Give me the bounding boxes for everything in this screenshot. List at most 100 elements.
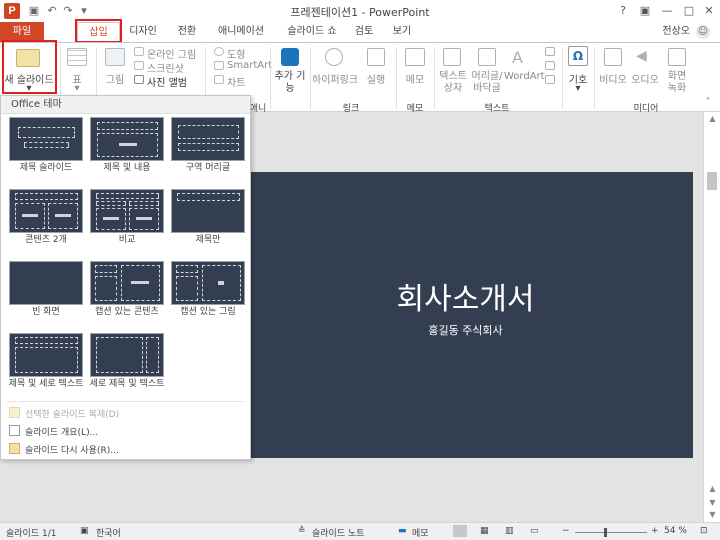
chevron-down-icon[interactable]: ▾ xyxy=(72,83,82,94)
previous-slide-icon[interactable]: ▲ xyxy=(708,484,717,493)
divider xyxy=(594,47,595,109)
chevron-down-icon[interactable]: ▾ xyxy=(24,83,34,94)
divider xyxy=(7,401,244,402)
zoom-slider[interactable] xyxy=(575,532,647,533)
tab-view[interactable]: 보기 xyxy=(388,22,416,42)
header-footer-icon xyxy=(478,48,496,66)
reuse-slides-icon xyxy=(9,443,20,454)
shapes-button[interactable]: 도형 xyxy=(227,46,245,61)
scroll-down-icon[interactable]: ▼ xyxy=(708,510,717,519)
slide-title[interactable]: 회사소개서 xyxy=(238,274,693,318)
reading-view-icon[interactable]: ▥ xyxy=(505,526,514,536)
smartart-icon xyxy=(214,61,224,70)
smiley-icon[interactable]: ☺ xyxy=(696,25,710,39)
wordart-button[interactable]: WordArt xyxy=(504,71,545,82)
user-name[interactable]: 전상오 xyxy=(662,22,690,42)
divider xyxy=(396,47,397,109)
textbox-button[interactable]: 텍스트 상자 xyxy=(436,71,470,95)
notes-icon: ≙ xyxy=(298,526,306,536)
divider xyxy=(310,47,311,109)
vertical-scrollbar[interactable]: ▲ ▲ ▼ ▼ xyxy=(703,112,720,522)
comment-button[interactable]: 메모 xyxy=(400,71,430,86)
tab-slideshow[interactable]: 슬라이드 쇼 xyxy=(278,22,346,42)
tab-review[interactable]: 검토 xyxy=(350,22,378,42)
object-icon[interactable] xyxy=(545,75,555,84)
slides-from-outline-command[interactable]: 슬라이드 개요(L)... xyxy=(25,425,98,438)
comments-icon: ▬ xyxy=(398,526,407,536)
zoom-level[interactable]: 54 % xyxy=(664,526,687,536)
video-button[interactable]: 비디오 xyxy=(598,71,628,86)
tab-transitions[interactable]: 전환 xyxy=(168,22,206,42)
tab-file[interactable]: 파일 xyxy=(0,22,44,42)
photo-album-icon xyxy=(134,75,144,84)
scroll-thumb[interactable] xyxy=(707,172,717,190)
table-icon xyxy=(67,48,87,66)
wordart-icon: A xyxy=(512,48,523,67)
divider xyxy=(434,47,435,109)
divider xyxy=(270,47,271,109)
comments-button[interactable]: 메모 xyxy=(412,526,429,539)
chart-icon xyxy=(214,75,224,84)
slide-sorter-icon[interactable]: ▦ xyxy=(480,526,489,536)
next-slide-icon[interactable]: ▼ xyxy=(708,498,717,507)
picture-button[interactable]: 그림 xyxy=(100,71,130,86)
smartart-button[interactable]: SmartArt xyxy=(227,60,272,71)
notes-button[interactable]: 슬라이드 노트 xyxy=(312,526,365,539)
theme-header: Office 테마 xyxy=(1,96,250,114)
store-icon xyxy=(281,48,299,66)
action-button[interactable]: 실행 xyxy=(362,71,390,86)
tab-insert[interactable]: 삽입 xyxy=(77,22,120,42)
hyperlink-button[interactable]: 하이퍼링크 xyxy=(312,71,358,86)
screenshot-icon xyxy=(134,61,144,70)
slide-counter: 슬라이드 1/1 xyxy=(6,529,57,539)
date-time-icon[interactable] xyxy=(545,47,555,56)
header-footer-button[interactable]: 머리글/ 바닥글 xyxy=(470,71,504,95)
online-picture-icon xyxy=(134,47,144,56)
photo-album-button[interactable]: 사진 앨범 xyxy=(147,74,187,89)
symbol-icon: Ω xyxy=(568,46,588,66)
normal-view-icon[interactable] xyxy=(453,525,467,537)
minimize-button[interactable]: — xyxy=(656,2,678,20)
video-icon xyxy=(604,48,622,66)
slideshow-icon[interactable]: ▭ xyxy=(530,526,539,536)
duplicate-slide-icon xyxy=(9,407,20,418)
screen-recording-button[interactable]: 화면 녹화 xyxy=(664,71,690,95)
fit-slide-icon[interactable]: ⊡ xyxy=(700,526,708,536)
screen-recording-icon xyxy=(668,48,686,66)
addins-button[interactable]: 추가 기능 xyxy=(273,71,307,95)
zoom-out-icon[interactable]: − xyxy=(562,526,570,536)
collapse-ribbon-icon[interactable]: ˄ xyxy=(702,97,714,108)
slide-number-icon[interactable] xyxy=(545,61,555,70)
chevron-down-icon[interactable]: ▾ xyxy=(573,83,583,94)
audio-button[interactable]: 오디오 xyxy=(630,71,660,86)
scroll-up-icon[interactable]: ▲ xyxy=(708,114,717,123)
chart-button[interactable]: 차트 xyxy=(227,74,245,89)
duplicate-slides-command: 선택한 슬라이드 복제(D) xyxy=(25,410,120,420)
zoom-slider-thumb[interactable] xyxy=(604,528,607,537)
new-slide-dropdown: Office 테마 제목 슬라이드 제목 및 내용 구역 머리글 콘텐츠 2개 … xyxy=(0,95,251,460)
maximize-button[interactable]: □ xyxy=(678,2,700,20)
outline-icon xyxy=(9,425,20,436)
language-indicator[interactable]: 한국어 xyxy=(96,526,121,539)
tab-animations[interactable]: 애니메이션 xyxy=(210,22,272,42)
close-button[interactable]: ✕ xyxy=(698,2,720,20)
proofing-icon[interactable]: ▣ xyxy=(80,526,89,536)
status-bar: 슬라이드 1/1 ▣ 한국어 ≙ 슬라이드 노트 ▬ 메모 ▦ ▥ ▭ − + … xyxy=(0,522,720,540)
action-icon xyxy=(367,48,385,66)
slide-subtitle[interactable]: 홍길동 주식회사 xyxy=(238,322,693,338)
ribbon-display-button[interactable]: ▣ xyxy=(634,2,656,20)
zoom-in-icon[interactable]: + xyxy=(651,526,659,536)
comment-icon xyxy=(405,48,425,66)
audio-icon: ◀ xyxy=(636,48,647,64)
help-button[interactable]: ? xyxy=(612,2,634,20)
screenshot-button[interactable]: 스크린샷 xyxy=(147,60,184,75)
shapes-icon xyxy=(214,47,224,56)
divider xyxy=(562,47,563,109)
slide[interactable]: 회사소개서 홍길동 주식회사 xyxy=(238,172,693,458)
ribbon-tabs: 파일 삽입 디자인 전환 애니메이션 슬라이드 쇼 검토 보기 전상오 ☺ xyxy=(0,22,720,42)
new-slide-icon xyxy=(16,49,40,67)
tab-design[interactable]: 디자인 xyxy=(122,22,164,42)
online-picture-button[interactable]: 온라인 그림 xyxy=(147,46,196,61)
reuse-slides-command[interactable]: 슬라이드 다시 사용(R)... xyxy=(25,443,119,456)
textbox-icon xyxy=(443,48,461,66)
